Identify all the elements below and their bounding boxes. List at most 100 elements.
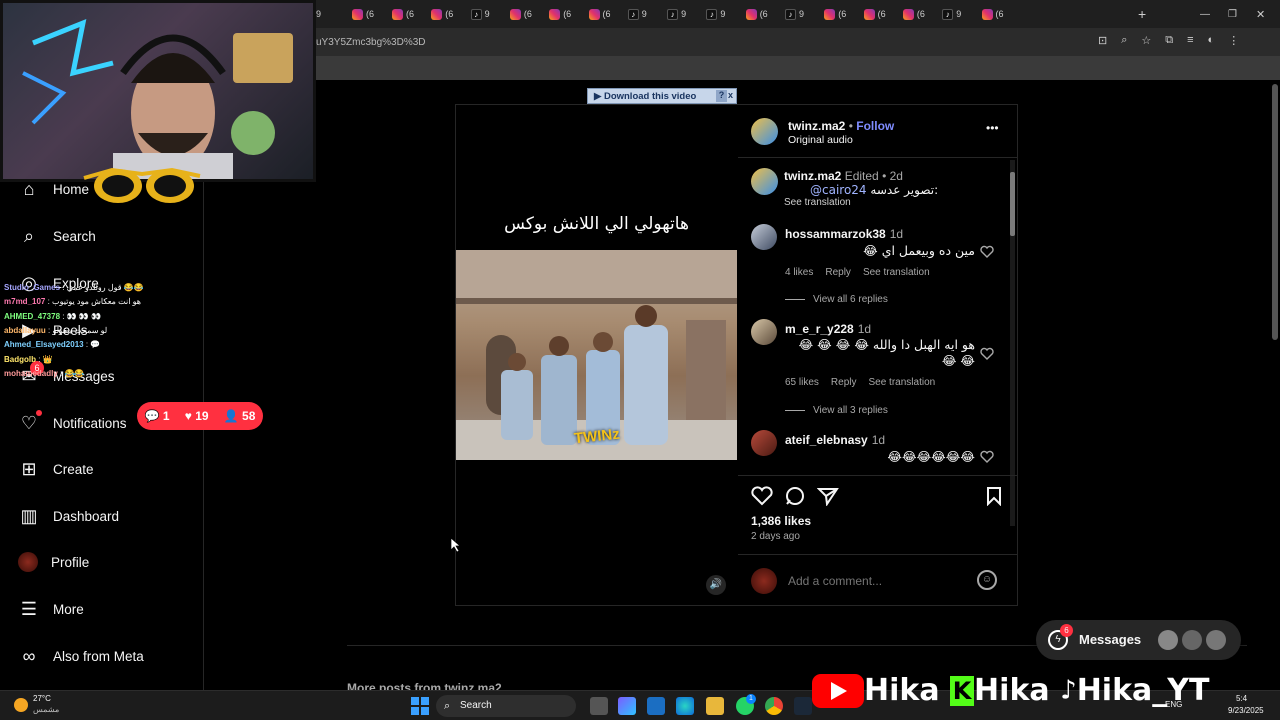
browser-tab[interactable]: ♪ 9 <box>942 6 961 22</box>
browser-tab[interactable]: 9 <box>316 6 321 22</box>
page-scrollbar[interactable] <box>1272 84 1278 340</box>
download-close-button[interactable]: x <box>728 90 733 100</box>
browser-tab[interactable]: (6 <box>549 6 571 22</box>
copilot-icon[interactable] <box>618 697 636 715</box>
file-explorer-icon[interactable] <box>706 697 724 715</box>
see-translation-link[interactable]: See translation <box>863 267 930 278</box>
caption-time: 2d <box>889 169 903 183</box>
zoom-icon[interactable]: ⌕ <box>1121 34 1127 47</box>
comment-like-icon[interactable] <box>980 450 994 464</box>
save-bookmark-icon[interactable] <box>984 486 1004 506</box>
minimize-button[interactable]: — <box>1200 6 1210 22</box>
likes-count[interactable]: 1,386 likes <box>751 514 811 528</box>
more-options-icon[interactable]: ••• <box>986 121 999 135</box>
new-tab-button[interactable]: + <box>1138 6 1146 22</box>
post-age: 2 days ago <box>751 531 800 542</box>
sidebar-item-search[interactable]: ⌕ Search <box>18 225 96 247</box>
comment-avatar[interactable] <box>751 224 777 250</box>
browser-tab[interactable]: ♪ 9 <box>470 6 490 22</box>
comment-like-icon[interactable] <box>980 245 994 259</box>
share-icon[interactable] <box>817 486 839 506</box>
sidebar-item-profile[interactable]: Profile <box>18 552 89 572</box>
browser-tab[interactable]: ♪ 9 <box>785 6 804 22</box>
reply-button[interactable]: Reply <box>825 267 851 278</box>
sidebar-item-meta[interactable]: ∞ Also from Meta <box>18 645 144 667</box>
bookmark-star-icon[interactable]: ☆ <box>1141 34 1151 47</box>
tab-label: (6 <box>523 9 532 19</box>
author-avatar[interactable] <box>751 118 778 145</box>
sidebar-item-dashboard[interactable]: ▥ Dashboard <box>18 505 119 527</box>
original-audio[interactable]: Original audio <box>788 134 853 146</box>
caption-see-translation[interactable]: See translation <box>784 197 851 208</box>
youtube-logo-icon <box>812 673 864 708</box>
taskbar-search[interactable]: ⌕ Search <box>436 695 576 717</box>
sidebar-item-notifications[interactable]: ♡ Notifications <box>18 412 127 434</box>
chat-text: هو انت معكاش مود يوتيوب <box>52 297 141 307</box>
comment-username[interactable]: m_e_r_y228 <box>785 322 854 336</box>
download-video-bar[interactable]: ▶ Download this video ? x <box>587 88 737 104</box>
comment-avatar[interactable] <box>751 430 777 456</box>
weather-desc[interactable]: مشمس <box>33 705 59 714</box>
browser-tab[interactable]: (6 <box>981 6 1004 22</box>
media-icon[interactable]: ≡ <box>1187 34 1193 47</box>
sidebar-item-more[interactable]: ☰ More <box>18 598 84 620</box>
comment-icon[interactable] <box>784 486 806 506</box>
comment-like-icon[interactable] <box>980 347 994 361</box>
sidebar-item-label: Search <box>53 228 96 244</box>
browser-tab[interactable]: (6 <box>902 6 925 22</box>
weather-temp[interactable]: 27°C <box>33 694 51 703</box>
edge-icon[interactable] <box>676 697 694 715</box>
view-replies[interactable]: View all 6 replies <box>785 294 888 305</box>
store-icon[interactable] <box>647 697 665 715</box>
browser-tab[interactable]: (6 <box>745 6 768 22</box>
chat-message: Studio_Games : قول روئلدو عمي 😂😂 <box>4 283 144 292</box>
caption-username[interactable]: twinz.ma2 <box>784 169 841 183</box>
profile-avatar-icon[interactable]: ◐ <box>1208 34 1215 47</box>
mention-link[interactable]: @cairo24 <box>810 183 867 197</box>
emoji-icon[interactable]: ☺ <box>977 570 997 590</box>
comments-scroll-track[interactable] <box>1010 160 1015 526</box>
browser-tab[interactable]: (6 <box>588 6 611 22</box>
messages-pill[interactable]: ϟ 6 Messages <box>1036 620 1241 660</box>
follow-button[interactable]: Follow <box>856 119 894 133</box>
more-posts-heading[interactable]: More posts from twinz.ma2 <box>347 681 502 690</box>
browser-tab[interactable]: (6 <box>509 6 532 22</box>
view-replies[interactable]: View all 3 replies <box>785 405 888 416</box>
download-help-button[interactable]: ? <box>716 90 727 102</box>
maximize-button[interactable]: ❐ <box>1228 6 1237 22</box>
see-translation-link[interactable]: See translation <box>868 377 935 388</box>
reply-button[interactable]: Reply <box>831 377 857 388</box>
download-label[interactable]: ▶ Download this video <box>594 91 696 102</box>
author-username[interactable]: twinz.ma2 <box>788 119 845 133</box>
task-view-icon[interactable] <box>590 697 608 715</box>
like-heart-icon[interactable] <box>751 486 773 506</box>
comments-scroll-thumb[interactable] <box>1010 172 1015 236</box>
add-comment-input[interactable] <box>788 573 958 589</box>
caption-avatar[interactable] <box>751 168 778 195</box>
chrome-icon[interactable] <box>765 697 783 715</box>
comment-avatar[interactable] <box>751 319 777 345</box>
browser-tab[interactable]: ♪ 9 <box>667 6 686 22</box>
browser-tab[interactable]: (6 <box>392 6 414 22</box>
comment-likes[interactable]: 65 likes <box>785 377 819 388</box>
browser-tab[interactable]: ♪ 9 <box>627 6 647 22</box>
browser-tab[interactable]: (6 <box>431 6 453 22</box>
comment-time: 1d <box>857 322 872 336</box>
extensions-icon[interactable]: ⧉ <box>1165 34 1173 47</box>
steam-icon[interactable] <box>794 697 812 715</box>
windows-start-icon[interactable] <box>411 697 429 715</box>
close-window-button[interactable]: ✕ <box>1256 6 1265 22</box>
comment-username[interactable]: hossammarzok38 <box>785 227 886 241</box>
menu-kebab-icon[interactable]: ⋮ <box>1228 34 1239 47</box>
install-icon[interactable]: ⊡ <box>1098 34 1107 47</box>
browser-tab[interactable]: (6 <box>352 6 374 22</box>
browser-tab[interactable]: (6 <box>863 6 886 22</box>
url-text[interactable]: uY3Y5Zmc3bg%3D%3D <box>316 37 426 48</box>
audio-toggle-icon[interactable]: 🔊 <box>706 575 726 595</box>
browser-tab[interactable]: (6 <box>824 6 846 22</box>
comment-likes[interactable]: 4 likes <box>785 267 813 278</box>
sidebar-item-create[interactable]: ⊞ Create <box>18 458 93 480</box>
comment-username[interactable]: ateif_elebnasy <box>785 433 868 447</box>
browser-tab[interactable]: ♪ 9 <box>706 6 725 22</box>
weather-sun-icon[interactable] <box>14 698 28 712</box>
